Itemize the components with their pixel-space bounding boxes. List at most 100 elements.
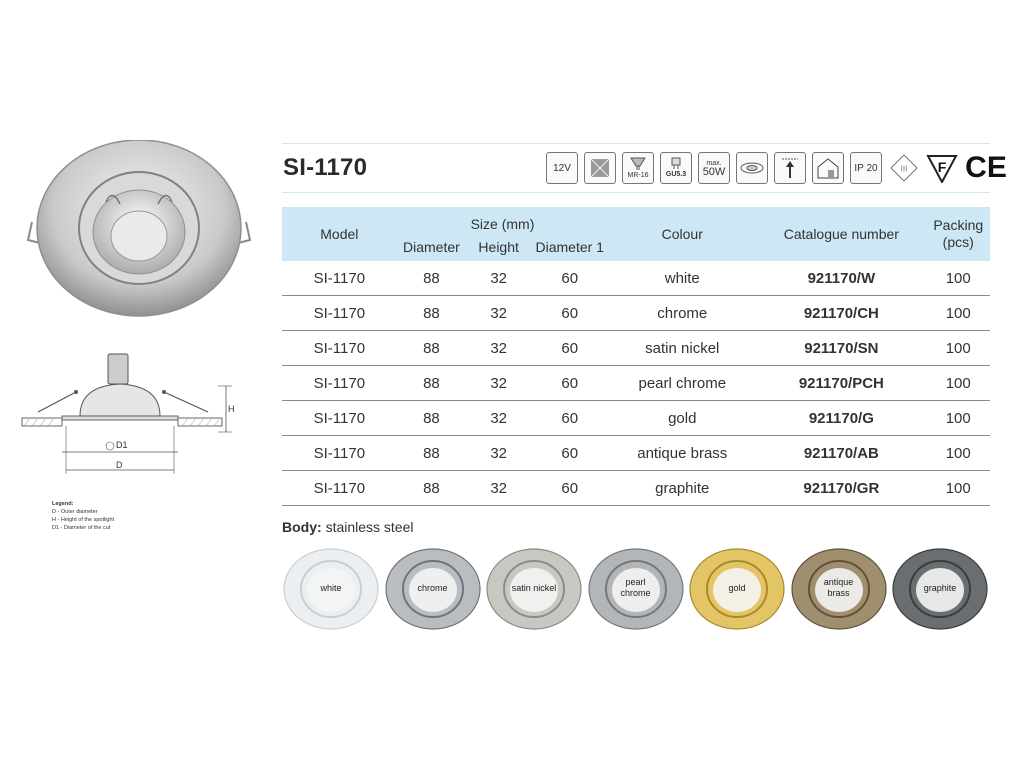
cell-colour: graphite	[608, 470, 757, 506]
cell-height: 32	[466, 470, 532, 506]
d1-dimension-label: D1	[116, 440, 128, 450]
swatch-label: brass	[827, 588, 850, 598]
ce-mark-icon: CE	[965, 153, 1007, 183]
legend-title: Legend:	[52, 501, 74, 507]
cell-catalogue: 921170/GR	[756, 470, 927, 506]
cell-packing: 100	[926, 470, 990, 506]
cell-catalogue: 921170/SN	[756, 330, 927, 366]
body-material: Body: stainless steel	[282, 519, 414, 535]
cell-height: 32	[466, 365, 532, 401]
header-bottom-rule	[282, 192, 990, 193]
max-50w-icon: max. 50W	[698, 152, 730, 184]
legend-item: D - Outer diameter	[52, 509, 98, 515]
cell-diameter: 88	[396, 470, 467, 506]
h-dimension-label: H	[228, 404, 235, 414]
cell-diameter: 88	[396, 261, 467, 296]
swatch: satin nickel	[486, 548, 582, 630]
svg-text:III: III	[901, 165, 908, 174]
cell-diameter1: 60	[531, 365, 609, 401]
header-packing-label: Packing	[933, 217, 984, 233]
cell-colour: satin nickel	[608, 330, 757, 366]
table-row: SI-1170 88 32 60 white 921170/W 100	[282, 261, 990, 296]
cell-packing: 100	[926, 365, 990, 401]
d-dimension-label: D	[116, 460, 123, 470]
cell-packing: 100	[926, 295, 990, 331]
cell-height: 32	[466, 261, 532, 296]
swatch: antique brass	[790, 548, 887, 630]
body-material-label: Body:	[282, 519, 322, 535]
recessed-ceiling-icon	[736, 152, 768, 184]
cell-colour: pearl chrome	[608, 365, 757, 401]
cell-model: SI-1170	[282, 435, 397, 471]
swatch: graphite	[892, 548, 988, 630]
header-model: Model	[282, 207, 397, 261]
swatch-label: white	[320, 583, 342, 593]
swatch-label: graphite	[923, 583, 957, 593]
header-diameter: Diameter	[396, 233, 467, 261]
swatch-label: antique	[823, 577, 854, 587]
cell-packing: 100	[926, 330, 990, 366]
table-row: SI-1170 88 32 60 graphite 921170/GR 100	[282, 470, 990, 506]
header-packing: Packing (pcs)	[926, 207, 990, 261]
cell-diameter1: 60	[531, 400, 609, 436]
cell-diameter1: 60	[531, 261, 609, 296]
cell-model: SI-1170	[282, 261, 397, 296]
cell-packing: 100	[926, 435, 990, 471]
header-colour: Colour	[608, 207, 757, 261]
cell-catalogue: 921170/G	[756, 400, 927, 436]
table-row: SI-1170 88 32 60 pearl chrome 921170/PCH 100	[282, 365, 990, 401]
cell-diameter: 88	[396, 400, 467, 436]
cell-colour: gold	[608, 400, 757, 436]
mr16-icon: MR-16	[622, 152, 654, 184]
cell-model: SI-1170	[282, 295, 397, 331]
header-height: Height	[466, 233, 532, 261]
header-catalogue: Catalogue number	[756, 207, 927, 261]
cell-packing: 100	[926, 400, 990, 436]
class-iii-diamond-icon: III	[888, 153, 920, 183]
swatch: gold	[689, 548, 785, 630]
cell-diameter1: 60	[531, 295, 609, 331]
header-top-rule	[282, 143, 990, 144]
indoor-house-icon	[812, 152, 844, 184]
12v-icon: 12V	[546, 152, 578, 184]
cell-colour: antique brass	[608, 435, 757, 471]
swatch-label: chrome	[620, 588, 651, 598]
f-mark-icon: F	[926, 153, 958, 183]
cell-height: 32	[466, 400, 532, 436]
cell-catalogue: 921170/AB	[756, 435, 927, 471]
cell-packing: 100	[926, 261, 990, 296]
swatch-label: gold	[728, 583, 746, 593]
swatch-label: pearl	[625, 577, 646, 587]
ip20-icon: IP 20	[850, 152, 882, 184]
body-material-value: stainless steel	[325, 519, 414, 535]
cell-catalogue: 921170/PCH	[756, 365, 927, 401]
cell-diameter: 88	[396, 365, 467, 401]
certification-icons: 12V MR-16 GU5.3 max. 50W IP 20 III F CE	[546, 151, 1008, 185]
header-diameter1: Diameter 1	[531, 233, 609, 261]
swatch: white	[283, 548, 379, 630]
spec-table: Model Size (mm) Colour Catalogue number …	[282, 207, 990, 506]
cell-model: SI-1170	[282, 330, 397, 366]
cell-diameter1: 60	[531, 330, 609, 366]
table-row: SI-1170 88 32 60 gold 921170/G 100	[282, 400, 990, 436]
header-packing-unit: (pcs)	[942, 234, 974, 250]
cell-model: SI-1170	[282, 400, 397, 436]
legend: Legend: D - Outer diameter H - Height of…	[52, 500, 114, 532]
cell-height: 32	[466, 435, 532, 471]
svg-text:F: F	[938, 159, 947, 175]
swatch: pearl chrome	[587, 548, 684, 630]
cell-diameter: 88	[396, 330, 467, 366]
swatch-label: satin nickel	[511, 583, 557, 593]
gu53-icon: GU5.3	[660, 152, 692, 184]
cell-colour: chrome	[608, 295, 757, 331]
cell-diameter1: 60	[531, 435, 609, 471]
table-row: SI-1170 88 32 60 chrome 921170/CH 100	[282, 295, 990, 331]
legend-item: H - Height of the spotlight	[52, 517, 115, 523]
model-title: SI-1170	[283, 154, 368, 181]
table-row: SI-1170 88 32 60 satin nickel 921170/SN 100	[282, 330, 990, 366]
cell-height: 32	[466, 295, 532, 331]
swatch: chrome	[384, 548, 481, 630]
cell-height: 32	[466, 330, 532, 366]
cell-diameter1: 60	[531, 470, 609, 506]
table-row: SI-1170 88 32 60 antique brass 921170/AB 100	[282, 435, 990, 471]
